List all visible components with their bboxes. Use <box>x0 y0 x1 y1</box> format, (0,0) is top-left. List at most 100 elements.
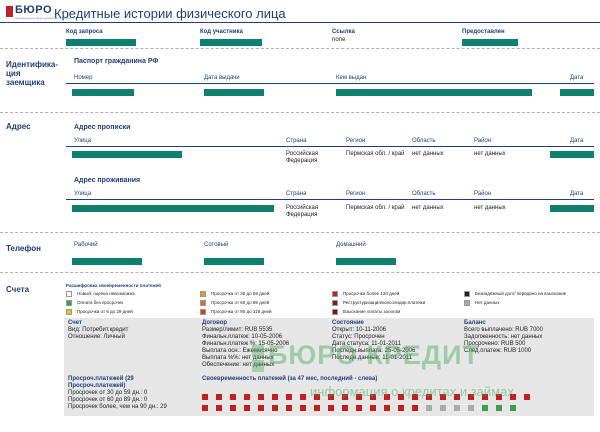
reg-date-value <box>550 151 594 158</box>
member-code-label: Код участника <box>200 29 243 35</box>
res-oblast-header: Область <box>412 191 436 197</box>
payment-status-cell <box>244 405 250 411</box>
payment-status-cell <box>510 405 516 411</box>
reg-country-value: Российская Федерация <box>286 151 319 164</box>
mobile-phone-value <box>204 258 264 265</box>
section-divider <box>0 112 600 113</box>
status-line: Открыт: 10-11-2006 <box>332 327 387 333</box>
legend-swatch <box>332 309 338 315</box>
logo-text: БЮРО <box>15 4 52 16</box>
accounts-section-title: Счета <box>6 285 30 294</box>
watermark-mark <box>252 345 264 357</box>
payment-status-cell <box>272 394 278 400</box>
payment-status-cell <box>258 394 264 400</box>
legend-swatch <box>332 291 338 297</box>
residence-address-title: Адрес проживания <box>74 177 141 184</box>
contract-title: Договор <box>202 320 228 326</box>
request-code-label: Код запроса <box>66 29 103 35</box>
res-region-value: Пермская обл. / край <box>346 205 405 211</box>
page-title: Кредитные истории физического лица <box>54 6 286 21</box>
payment-status-cell <box>370 405 376 411</box>
res-district-header: Район <box>474 191 492 197</box>
member-code-value <box>200 39 262 46</box>
reg-region-header: Регион <box>346 138 366 144</box>
payment-status-cell <box>216 405 222 411</box>
payment-status-cell <box>216 394 222 400</box>
passport-issue-date-header: Дата выдачи <box>204 75 240 81</box>
reg-oblast-value: нет данных <box>412 151 444 157</box>
watermark-mark <box>252 360 264 372</box>
payment-status-cell <box>314 405 320 411</box>
payment-status-cell <box>468 405 474 411</box>
phone-section-title: Телефон <box>6 244 41 253</box>
res-region-header: Регион <box>346 191 366 197</box>
legend-label: Взыскание оплаты залогом <box>343 309 401 314</box>
home-phone-value <box>336 258 396 265</box>
mobile-phone-label: Сотовый <box>204 242 229 248</box>
logo-mark <box>6 6 13 17</box>
legend-label: Просрочка от 60 до 89 дней <box>211 300 270 305</box>
legend-swatch <box>332 300 338 306</box>
work-phone-label: Рабочий <box>74 242 98 248</box>
legend-swatch <box>464 300 470 306</box>
overdue-title: Просроч.платежей (29 Просроч.платежей) <box>68 376 134 389</box>
payment-status-cell <box>454 405 460 411</box>
account-type: Вид: Потребит.кредит <box>68 327 129 333</box>
payment-status-cell <box>412 405 418 411</box>
res-street-header: Улица <box>74 191 92 197</box>
res-date-header: Дата <box>570 191 584 197</box>
address-section-title: Адрес <box>6 122 31 131</box>
watermark-title: БЮРО КРЕДИТ <box>268 340 481 370</box>
payment-status-cell <box>440 405 446 411</box>
res-district-value: нет данных <box>474 205 506 211</box>
provided-label: Предоставлен <box>462 29 505 35</box>
legend-label: Просрочка от 90 до 119 дней <box>211 309 272 314</box>
payment-status-cell <box>230 405 236 411</box>
res-header-line <box>66 199 594 200</box>
contract-line: Выплата осн.: Ежемесячно <box>202 348 278 354</box>
payment-status-cell <box>398 405 404 411</box>
home-phone-label: Домашний <box>336 242 366 248</box>
payment-status-cell <box>272 405 278 411</box>
request-code-value <box>66 39 136 46</box>
payment-status-cell <box>230 394 236 400</box>
legend-label: Просрочка более 120 дней <box>343 291 400 296</box>
passport-number-value <box>72 89 134 96</box>
payment-status-cell <box>496 405 502 411</box>
legend-swatch <box>200 291 206 297</box>
legend-label: Оплата без просрочек <box>77 300 124 305</box>
legend-label: Реструктуризация/консолидир.платежи <box>343 300 426 305</box>
payment-status-cell <box>202 394 208 400</box>
reg-street-header: Улица <box>74 138 92 144</box>
account-title: Счет <box>68 320 82 326</box>
reg-district-value: нет данных <box>474 151 506 157</box>
legend-swatch <box>200 300 206 306</box>
legend-label: Нет данных <box>475 300 500 305</box>
account-relation: Отношение: Личный <box>68 334 125 340</box>
payment-status-cell <box>244 394 250 400</box>
contract-line: Размер/лимит: RUB 5535 <box>202 327 273 333</box>
status-title: Состояние <box>332 320 364 326</box>
passport-header-line <box>66 83 594 84</box>
passport-issued-by-header: Кем выдан <box>336 75 367 81</box>
res-country-value: Российская Федерация <box>286 205 319 218</box>
legend-swatch <box>66 291 72 297</box>
res-country-header: Страна <box>286 191 307 197</box>
passport-date-value <box>560 89 594 96</box>
legend-swatch <box>200 309 206 315</box>
legend-swatch <box>66 309 72 315</box>
payment-status-cell <box>356 405 362 411</box>
identification-section-title: Идентифика-ция заемщика <box>6 60 58 87</box>
passport-number-header: Номер <box>74 75 93 81</box>
legend-swatch <box>66 300 72 306</box>
payment-status-cell <box>384 405 390 411</box>
overdue-line: Просрочек от 30 до 59 дн.: 0 <box>68 390 148 396</box>
balance-line: Всего выплачено: RUB 7000 <box>464 327 543 333</box>
legend-title: Расшифровка своевременности платежей <box>66 283 161 288</box>
bureau-logo: БЮРО национальное бюро кредитных историй <box>6 4 71 20</box>
legend-label: Новый, оценка невозможна <box>77 291 135 296</box>
payment-status-cell <box>286 405 292 411</box>
reference-label: Ссылка <box>332 29 355 35</box>
reg-country-header: Страна <box>286 138 307 144</box>
res-street-value <box>72 205 274 212</box>
